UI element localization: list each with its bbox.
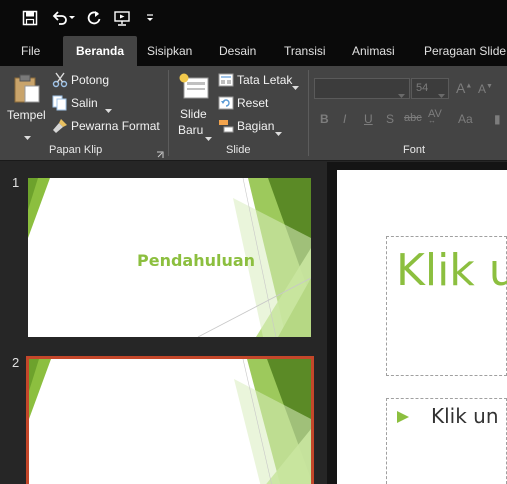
tab-peragaan-slide[interactable]: Peragaan Slide: [424, 36, 506, 66]
copy-icon: [52, 95, 68, 116]
tab-transisi[interactable]: Transisi: [284, 36, 326, 66]
copy-label: Salin: [71, 96, 98, 110]
grow-font-icon[interactable]: A▲: [456, 80, 472, 96]
ribbon-tabs: File Beranda Sisipkan Desain Transisi An…: [0, 36, 507, 66]
slide-thumbnail[interactable]: Pendahuluan: [28, 178, 311, 337]
tab-beranda[interactable]: Beranda: [63, 36, 138, 66]
italic-icon[interactable]: I: [343, 112, 346, 126]
tab-sisipkan[interactable]: Sisipkan: [147, 36, 192, 66]
title-placeholder[interactable]: Klik u: [386, 236, 507, 376]
new-slide-icon: [178, 72, 210, 107]
slide-thumbnails-pane: 1 Pendahuluan 2: [0, 162, 327, 484]
chevron-down-icon: [292, 78, 299, 96]
slide-canvas[interactable]: Klik u Klik un: [337, 170, 507, 484]
slide-title: Pendahuluan: [137, 251, 256, 270]
reset-label: Reset: [237, 96, 269, 110]
chevron-down-icon: [205, 129, 212, 147]
change-case-icon[interactable]: Aa: [458, 112, 473, 126]
tab-animasi[interactable]: Animasi: [352, 36, 395, 66]
paste-label: Tempel: [7, 108, 46, 122]
new-slide-label-1: Slide: [180, 107, 207, 121]
reset-icon: [218, 95, 234, 116]
slide-thumbnail-selected[interactable]: [26, 356, 314, 484]
group-label-slides: Slide: [226, 144, 251, 156]
group-divider: [308, 70, 309, 156]
font-size-value: 54: [416, 82, 429, 94]
title-placeholder-text: Klik u: [396, 245, 507, 296]
tab-desain[interactable]: Desain: [219, 36, 256, 66]
chevron-down-icon: [438, 86, 445, 104]
copy-button[interactable]: Salin: [52, 95, 114, 113]
section-button[interactable]: Bagian: [218, 118, 288, 136]
chevron-down-icon: [275, 124, 282, 142]
section-label: Bagian: [237, 119, 275, 133]
layout-label: Tata Letak: [237, 73, 293, 87]
undo-dropdown-icon[interactable]: [66, 8, 78, 28]
group-label-clipboard: Papan Klip: [49, 144, 103, 156]
new-slide-button[interactable]: Slide Baru: [174, 70, 214, 142]
shrink-font-icon[interactable]: A▼: [478, 82, 493, 96]
group-label-font: Font: [403, 144, 426, 156]
section-icon: [218, 118, 234, 139]
bullet-arrow-icon: [396, 410, 410, 429]
layout-icon: [218, 72, 234, 93]
ribbon: Tempel Potong Salin Pewarna Format Papan…: [0, 66, 507, 161]
tab-file[interactable]: File: [21, 36, 40, 66]
clear-formatting-icon[interactable]: ▮: [494, 112, 501, 126]
paste-button[interactable]: Tempel: [4, 70, 48, 140]
underline-icon[interactable]: U: [364, 112, 373, 126]
format-painter-label: Pewarna Format: [71, 119, 160, 133]
group-divider: [168, 70, 169, 156]
redo-icon[interactable]: [84, 8, 104, 28]
cut-label: Potong: [71, 73, 110, 87]
strikethrough-icon[interactable]: abc: [404, 112, 422, 124]
customize-qat-icon[interactable]: [142, 8, 158, 28]
new-slide-label-2: Baru: [178, 123, 204, 137]
scissors-icon: [52, 72, 68, 93]
shadow-icon[interactable]: S: [386, 112, 394, 126]
layout-button[interactable]: Tata Letak: [218, 72, 300, 90]
font-size-dropdown[interactable]: 54: [411, 78, 449, 99]
chevron-down-icon: [24, 128, 31, 146]
chevron-down-icon[interactable]: [105, 101, 112, 119]
cut-button[interactable]: Potong: [52, 72, 114, 90]
content-placeholder[interactable]: Klik un: [386, 398, 507, 484]
start-from-beginning-icon[interactable]: [112, 8, 132, 28]
bold-icon[interactable]: B: [320, 112, 329, 126]
format-painter-button[interactable]: Pewarna Format: [52, 118, 162, 136]
slide-number: 1: [12, 175, 20, 190]
character-spacing-icon[interactable]: AV ↔: [428, 108, 442, 132]
slide-thumbnail-design: [29, 359, 311, 484]
content-placeholder-text: Klik un: [431, 404, 499, 428]
slide-editor-pane: Klik u Klik un: [327, 162, 507, 484]
font-name-dropdown[interactable]: [314, 78, 410, 99]
save-icon[interactable]: [20, 8, 40, 28]
clipboard-icon: [13, 74, 41, 109]
quick-access-toolbar: [0, 0, 507, 36]
chevron-down-icon: [398, 86, 405, 104]
brush-icon: [52, 118, 68, 139]
reset-button[interactable]: Reset: [218, 95, 278, 113]
slide-number: 2: [12, 355, 20, 370]
